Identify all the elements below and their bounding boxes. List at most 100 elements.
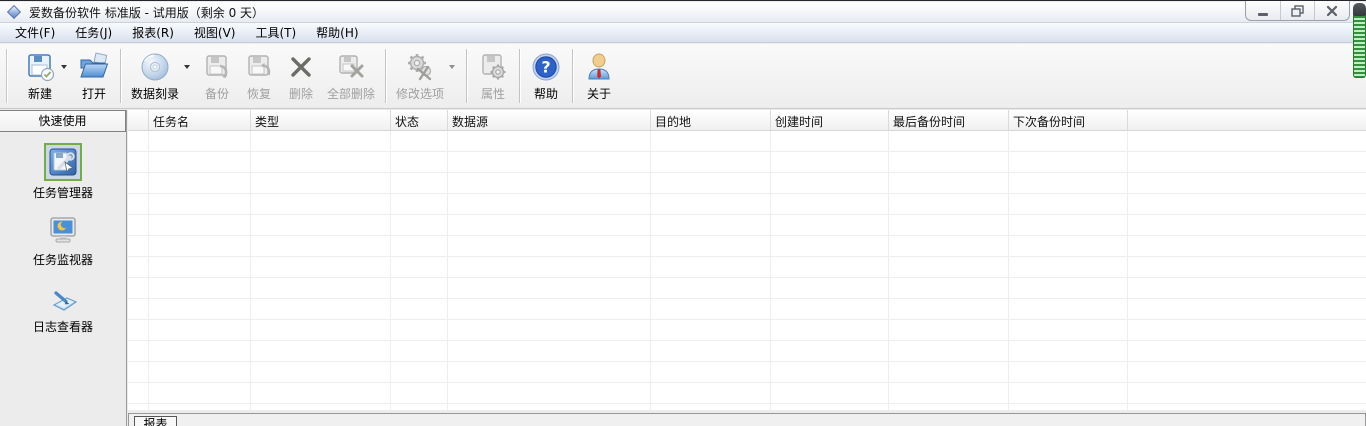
burn-disc-button[interactable]: 数据刻录 bbox=[126, 47, 196, 105]
title-bar: 爱数备份软件 标准版 - 试用版（剩余 0 天） bbox=[0, 1, 1366, 23]
window-title: 爱数备份软件 标准版 - 试用版（剩余 0 天） bbox=[29, 5, 265, 20]
properties-icon bbox=[482, 53, 506, 79]
sidebar-header-quick-use[interactable]: 快速使用 bbox=[0, 110, 126, 132]
menu-tools[interactable]: 工具(T) bbox=[245, 22, 306, 44]
toolbar-separator bbox=[385, 49, 387, 103]
svg-text:?: ? bbox=[541, 57, 550, 76]
properties-label: 属性 bbox=[481, 86, 506, 101]
modify-options-button[interactable]: 修改选项 bbox=[391, 47, 461, 105]
column-header-last-backup-time[interactable]: 最后备份时间 bbox=[889, 110, 1009, 130]
modify-options-label: 修改选项 bbox=[396, 86, 445, 101]
menu-help[interactable]: 帮助(H) bbox=[306, 22, 368, 44]
body-grid-col bbox=[149, 131, 251, 410]
body-grid-col bbox=[1009, 131, 1128, 410]
column-header-create-time[interactable]: 创建时间 bbox=[771, 110, 889, 130]
menu-task[interactable]: 任务(J) bbox=[65, 22, 122, 44]
delete-all-icon bbox=[339, 54, 364, 77]
delete-label: 删除 bbox=[289, 86, 314, 101]
log-viewer-icon bbox=[52, 291, 78, 311]
body-grid-col bbox=[448, 131, 651, 410]
toolbar-separator bbox=[519, 49, 521, 103]
gadget-stripes bbox=[1353, 16, 1366, 78]
bottom-report-panel: 报表 bbox=[128, 413, 1366, 426]
burn-disc-dropdown-arrow-icon[interactable] bbox=[184, 64, 191, 72]
backup-icon bbox=[206, 54, 228, 78]
open-label: 打开 bbox=[81, 86, 106, 101]
column-header-status[interactable]: 状态 bbox=[391, 110, 448, 130]
burn-disc-icon bbox=[141, 53, 169, 80]
close-icon bbox=[1327, 5, 1338, 16]
column-header-type[interactable]: 类型 bbox=[251, 110, 391, 130]
toolbar-separator bbox=[120, 49, 121, 103]
delete-icon bbox=[291, 56, 311, 77]
body-grid-col bbox=[128, 131, 149, 410]
sidebar: 快速使用 任务管理器 任务监视器 日志查看器 bbox=[0, 110, 127, 426]
desktop-gadget bbox=[1353, 3, 1366, 79]
menu-report[interactable]: 报表(R) bbox=[122, 22, 184, 44]
task-manager-label: 任务管理器 bbox=[32, 186, 93, 200]
sidebar-item-task-monitor[interactable]: 任务监视器 bbox=[0, 212, 126, 268]
about-icon bbox=[588, 53, 610, 79]
new-task-button[interactable]: 新建 bbox=[19, 47, 73, 105]
app-icon bbox=[6, 4, 22, 20]
delete-button[interactable]: 删除 bbox=[280, 47, 322, 105]
table-body-empty bbox=[128, 131, 1366, 410]
about-button[interactable]: 关于 bbox=[578, 47, 620, 105]
toolbar-separator bbox=[572, 49, 574, 103]
modify-options-dropdown-arrow-icon[interactable] bbox=[449, 64, 456, 72]
new-task-icon bbox=[28, 53, 55, 81]
open-button[interactable]: 打开 bbox=[73, 47, 115, 105]
open-icon bbox=[80, 51, 109, 77]
new-task-label: 新建 bbox=[27, 86, 52, 101]
toolbar-separator bbox=[466, 49, 468, 103]
help-button[interactable]: ? 帮助 bbox=[525, 47, 567, 105]
toolbar: 新建 打开 数据刻录 备份 恢复 删除 全部删除 修改选项 属性 ? 帮助 关于 bbox=[0, 44, 1366, 109]
restore-task-button[interactable]: 恢复 bbox=[238, 47, 280, 105]
restore-task-label: 恢复 bbox=[247, 86, 272, 101]
task-manager-selection-box bbox=[44, 143, 82, 181]
backup-button[interactable]: 备份 bbox=[196, 47, 238, 105]
menu-bar: 文件(F) 任务(J) 报表(R) 视图(V) 工具(T) 帮助(H) bbox=[0, 23, 1366, 43]
help-icon: ? bbox=[532, 53, 560, 80]
body-grid-col bbox=[1128, 131, 1366, 410]
backup-label: 备份 bbox=[205, 86, 230, 101]
about-label: 关于 bbox=[587, 86, 612, 101]
body-grid-col bbox=[889, 131, 1009, 410]
help-label: 帮助 bbox=[534, 86, 559, 101]
task-table: 任务名 类型 状态 数据源 目的地 创建时间 最后备份时间 下次备份时间 bbox=[128, 110, 1366, 426]
restore-icon bbox=[1291, 4, 1304, 17]
delete-all-label: 全部删除 bbox=[327, 86, 376, 101]
task-monitor-icon bbox=[50, 217, 76, 243]
column-header-empty bbox=[1128, 110, 1366, 130]
restore-task-icon bbox=[248, 54, 271, 76]
task-manager-icon bbox=[49, 148, 77, 176]
toolbar-grip bbox=[6, 49, 7, 103]
column-header-data-source[interactable]: 数据源 bbox=[448, 110, 651, 130]
properties-button[interactable]: 属性 bbox=[472, 47, 514, 105]
window-controls bbox=[1245, 1, 1350, 21]
delete-all-button[interactable]: 全部删除 bbox=[322, 47, 380, 105]
sidebar-item-task-manager[interactable]: 任务管理器 bbox=[0, 143, 126, 201]
gadget-cap bbox=[1353, 3, 1366, 16]
sidebar-item-log-viewer[interactable]: 日志查看器 bbox=[0, 279, 126, 335]
body-grid-col bbox=[651, 131, 771, 410]
tab-report[interactable]: 报表 bbox=[134, 416, 177, 426]
column-header-spacer bbox=[128, 110, 149, 130]
menu-view[interactable]: 视图(V) bbox=[184, 22, 246, 44]
restore-button[interactable] bbox=[1279, 1, 1315, 20]
body-grid-col bbox=[391, 131, 448, 410]
new-task-dropdown-arrow-icon[interactable] bbox=[61, 64, 67, 72]
column-header-destination[interactable]: 目的地 bbox=[651, 110, 771, 130]
burn-disc-label: 数据刻录 bbox=[131, 86, 180, 101]
body-grid-col bbox=[251, 131, 391, 410]
body-grid-col bbox=[771, 131, 889, 410]
close-button[interactable] bbox=[1314, 1, 1349, 20]
task-monitor-label: 任务监视器 bbox=[32, 253, 93, 267]
minimize-button[interactable] bbox=[1246, 1, 1280, 20]
column-header-task-name[interactable]: 任务名 bbox=[149, 110, 251, 130]
log-viewer-label: 日志查看器 bbox=[32, 320, 93, 334]
modify-options-icon bbox=[408, 53, 432, 80]
column-header-next-backup-time[interactable]: 下次备份时间 bbox=[1009, 110, 1128, 130]
table-header-row: 任务名 类型 状态 数据源 目的地 创建时间 最后备份时间 下次备份时间 bbox=[128, 110, 1366, 131]
menu-file[interactable]: 文件(F) bbox=[5, 22, 65, 44]
